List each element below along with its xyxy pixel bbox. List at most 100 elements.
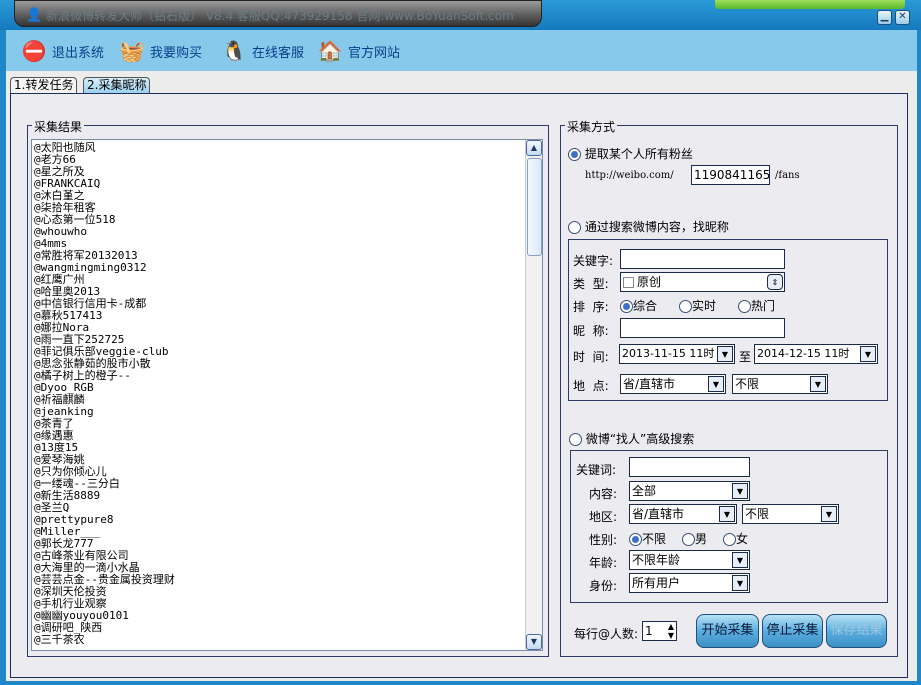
value: 不限 <box>745 507 770 521</box>
official-site-button[interactable]: 🏠 官方网站 <box>316 36 400 66</box>
list-item[interactable]: @深圳天伦投资 <box>32 586 542 598</box>
label: 不限 <box>642 532 667 546</box>
radio-indicator <box>738 300 751 313</box>
list-item[interactable]: @三千茶农 <box>32 634 542 646</box>
dropdown-arrow-icon[interactable]: ▼ <box>860 346 876 362</box>
nick-input[interactable] <box>620 318 785 338</box>
stepper-arrows-icon[interactable]: ▲ ▼ <box>668 622 674 640</box>
list-item[interactable]: @Miller___ <box>32 526 542 538</box>
search-province-select[interactable]: 省/直辖市 ▼ <box>620 374 726 394</box>
exit-user-icon: ⛔ <box>21 39 47 63</box>
list-item[interactable]: @FRANKCAIQ <box>32 178 542 190</box>
uid-input[interactable]: 1190841165 <box>691 165 770 185</box>
list-item[interactable]: @沐白堇之 <box>32 190 542 202</box>
sort-option-realtime[interactable]: 实时 <box>679 297 716 314</box>
sort-option-hot[interactable]: 热门 <box>738 297 775 314</box>
list-item[interactable]: @调研吧_陕西 <box>32 622 542 634</box>
list-item[interactable]: @芸芸点金--贵金属投资理财 <box>32 574 542 586</box>
content-select[interactable]: 全部 ▼ <box>629 481 750 501</box>
stop-collect-button[interactable]: 停止采集 <box>762 614 823 648</box>
list-item[interactable]: @13度15 <box>32 442 542 454</box>
gender-male[interactable]: 男 <box>682 530 707 547</box>
list-item[interactable]: @中信银行信用卡-成都 <box>32 298 542 310</box>
per-line-stepper[interactable]: 1 ▲ ▼ <box>642 621 677 641</box>
label: 女 <box>736 532 749 546</box>
qq-penguin-icon: 🐧 <box>221 39 247 63</box>
search-city-select[interactable]: 不限 ▼ <box>732 374 828 394</box>
dropdown-arrow-icon[interactable]: ▼ <box>708 376 724 392</box>
dropdown-arrow-icon[interactable]: ▼ <box>717 346 733 362</box>
dropdown-arrow-icon[interactable]: ▼ <box>732 552 748 568</box>
results-list[interactable]: @太阳也随风 @老方66 @星之所及 @FRANKCAIQ @沐白堇之 @柒拾年租客 @心态… <box>31 139 543 651</box>
fans-radio[interactable]: 提取某个人所有粉丝 <box>568 145 693 162</box>
people-keyword-input[interactable] <box>629 457 750 477</box>
identity-select[interactable]: 所有用户 ▼ <box>629 573 750 593</box>
list-item[interactable]: @星之所及 <box>32 166 542 178</box>
value: 省/直辖市 <box>623 377 676 391</box>
dropdown-arrow-icon[interactable]: ▼ <box>732 483 748 499</box>
list-item[interactable]: @心态第一位518 <box>32 214 542 226</box>
people-search-radio[interactable]: 微博“找人”高级搜索 <box>569 430 694 447</box>
gender-any[interactable]: 不限 <box>629 530 666 547</box>
dropdown-arrow-icon[interactable]: ▼ <box>810 376 826 392</box>
online-support-button[interactable]: 🐧 在线客服 <box>220 36 304 66</box>
results-scrollbar[interactable]: ▲ ▼ <box>525 140 542 650</box>
type-select[interactable]: 原创 ⇕ <box>620 272 785 292</box>
content-label: 内容: <box>589 487 618 501</box>
people-city-select[interactable]: 不限 ▼ <box>742 504 839 524</box>
list-item[interactable]: @慕秋517413 <box>32 310 542 322</box>
decorative-bar <box>715 0 905 9</box>
list-item[interactable]: @缘遇惠 <box>32 430 542 442</box>
time-to-picker[interactable]: 2014-12-15 11时 ▼ <box>754 344 878 364</box>
time-from-picker[interactable]: 2013-11-15 11时 ▼ <box>619 344 735 364</box>
radio-indicator <box>723 533 736 546</box>
type-checkbox[interactable] <box>623 277 634 288</box>
close-button[interactable]: ✕ <box>895 10 910 25</box>
search-keyword-input[interactable] <box>620 249 785 269</box>
dropdown-arrow-icon[interactable]: ▼ <box>732 575 748 591</box>
list-item[interactable]: @祈福麒麟 <box>32 394 542 406</box>
scroll-down-button[interactable]: ▼ <box>526 634 542 650</box>
list-item[interactable]: @whouwho <box>32 226 542 238</box>
value: 所有用户 <box>632 576 681 590</box>
list-item[interactable]: @茶青了 <box>32 418 542 430</box>
tab-forward-task[interactable]: 1.转发任务 <box>10 77 78 93</box>
type-label: 类 型: <box>573 277 609 291</box>
list-item[interactable]: @红鹰广州 <box>32 274 542 286</box>
list-item[interactable]: @新生活8889 <box>32 490 542 502</box>
sort-option-comprehensive[interactable]: 综合 <box>620 297 657 314</box>
url-suffix: /fans <box>775 170 800 181</box>
keyword-label: 关键字: <box>573 254 614 268</box>
list-item[interactable]: @wangmingming0312 <box>32 262 542 274</box>
list-item[interactable]: @幽幽youyou0101 <box>32 610 542 622</box>
value: 不限 <box>735 377 760 391</box>
scroll-thumb[interactable] <box>527 158 542 256</box>
label: 通过搜索微博内容，找昵称 <box>584 220 729 234</box>
list-item[interactable]: @爱琴海姚 <box>32 454 542 466</box>
minimize-button[interactable]: ▁ <box>877 10 892 25</box>
url-prefix: http://weibo.com/ <box>585 170 674 181</box>
place-label: 地 点: <box>573 379 609 393</box>
dropdown-arrow-icon[interactable]: ▼ <box>719 506 735 522</box>
exit-system-button[interactable]: ⛔ 退出系统 <box>20 36 104 66</box>
list-item[interactable]: @橘子树上的橙子-- <box>32 370 542 382</box>
scroll-up-button[interactable]: ▲ <box>526 140 542 156</box>
people-province-select[interactable]: 省/直辖市 ▼ <box>629 504 737 524</box>
spin-icon[interactable]: ⇕ <box>767 274 783 290</box>
age-select[interactable]: 不限年龄 ▼ <box>629 550 750 570</box>
gender-female[interactable]: 女 <box>723 530 748 547</box>
search-radio[interactable]: 通过搜索微博内容，找昵称 <box>568 218 729 235</box>
list-item[interactable]: @老方66 <box>32 154 542 166</box>
start-collect-button[interactable]: 开始采集 <box>696 614 759 648</box>
list-item[interactable]: @太阳也随风 <box>32 142 542 154</box>
dropdown-arrow-icon[interactable]: ▼ <box>821 506 837 522</box>
radio-indicator <box>568 148 581 161</box>
buy-button[interactable]: 🧺 我要购买 <box>118 36 202 66</box>
label: 男 <box>695 532 708 546</box>
list-item[interactable]: @jeanking <box>32 406 542 418</box>
list-item[interactable]: @一缕魂--三分白 <box>32 478 542 490</box>
label: 综合 <box>633 299 658 313</box>
list-item[interactable]: @Dyoo_RGB <box>32 382 542 394</box>
list-item[interactable]: @prettypure8 <box>32 514 542 526</box>
tab-collect-nicknames[interactable]: 2.采集昵称 <box>83 77 151 93</box>
